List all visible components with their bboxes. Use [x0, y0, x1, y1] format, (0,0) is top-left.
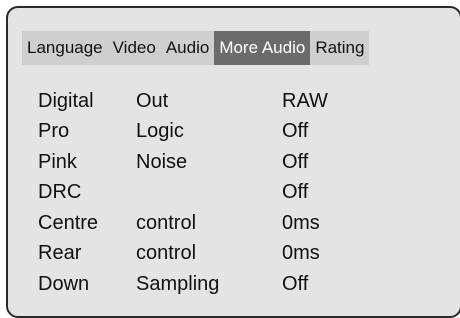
setting-label-word2: Sampling: [136, 272, 220, 295]
tab-more-audio[interactable]: More Audio: [214, 31, 311, 65]
setting-row-drc[interactable]: DRC Off: [38, 178, 438, 209]
setting-label-word1: Rear: [38, 242, 82, 265]
setting-label-word1: Centre: [38, 211, 99, 234]
settings-list: Digital Out RAW Pro Logic Off Pink Noise…: [38, 86, 438, 300]
setting-label-word1: Digital: [38, 89, 94, 112]
setting-value: RAW: [282, 89, 328, 112]
setting-row-pink-noise[interactable]: Pink Noise Off: [38, 147, 438, 178]
setting-value: Off: [282, 181, 309, 204]
setting-label-word2: Out: [136, 89, 169, 112]
setting-label-word2: Logic: [136, 120, 184, 143]
setting-label-word2: control: [136, 242, 197, 265]
setting-value: 0ms: [282, 242, 320, 265]
setting-row-pro-logic[interactable]: Pro Logic Off: [38, 117, 438, 148]
setting-value: Off: [282, 120, 309, 143]
setting-label-word1: Down: [38, 272, 90, 295]
setting-row-down-sampling[interactable]: Down Sampling Off: [38, 269, 438, 300]
setting-label-word2: control: [136, 211, 197, 234]
setting-label-word1: DRC: [38, 181, 82, 204]
setting-value: Off: [282, 272, 309, 295]
tab-rating[interactable]: Rating: [310, 31, 369, 65]
setting-row-rear-control[interactable]: Rear control 0ms: [38, 239, 438, 270]
tab-video[interactable]: Video: [108, 31, 161, 65]
setting-value: Off: [282, 150, 309, 173]
setting-label-word1: Pro: [38, 120, 70, 143]
setting-label-word2: Noise: [136, 150, 188, 173]
tab-audio[interactable]: Audio: [161, 31, 214, 65]
setting-row-centre-control[interactable]: Centre control 0ms: [38, 208, 438, 239]
tab-bar: Language Video Audio More Audio Rating: [22, 31, 370, 65]
setting-label-word1: Pink: [38, 150, 77, 173]
setting-value: 0ms: [282, 211, 320, 234]
setting-row-digital-out[interactable]: Digital Out RAW: [38, 86, 438, 117]
osd-setup-panel: Language Video Audio More Audio Rating D…: [6, 6, 460, 318]
tab-language[interactable]: Language: [22, 31, 108, 65]
